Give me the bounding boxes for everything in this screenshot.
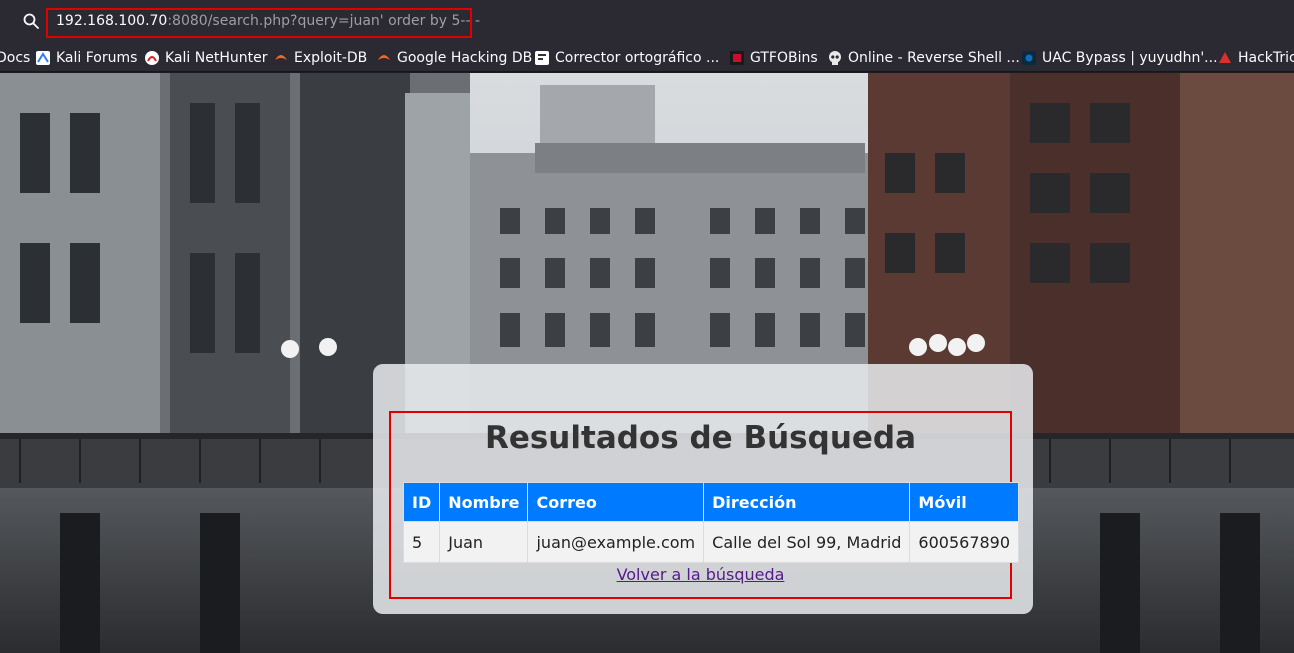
bookmark-label: Exploit-DB xyxy=(294,50,368,66)
bookmark-corrector[interactable]: Corrector ortográfico ... xyxy=(535,44,720,71)
cell-correo: juan@example.com xyxy=(527,521,705,563)
column-header-id: ID xyxy=(402,482,441,522)
table-row: 5 Juan juan@example.com Calle del Sol 99… xyxy=(402,521,1020,563)
bookmark-label: Google Hacking DB xyxy=(397,50,533,66)
bookmark-label: Online - Reverse Shell ... xyxy=(848,50,1020,66)
bookmark-docs[interactable]: Docs xyxy=(0,44,31,71)
column-header-movil: Móvil xyxy=(909,482,1020,522)
kali-forums-icon xyxy=(36,51,50,65)
back-to-search-link[interactable]: Volver a la búsqueda xyxy=(389,565,1012,584)
bookmark-reverse-shell[interactable]: Online - Reverse Shell ... xyxy=(828,44,1020,71)
skull-icon xyxy=(829,51,841,65)
bookmark-hacktricks[interactable]: HackTricks xyxy=(1218,44,1294,71)
bookmark-label: Kali Forums xyxy=(56,50,138,66)
url-host: 192.168.100.70 xyxy=(56,13,168,29)
bookmark-kali-forums[interactable]: Kali Forums xyxy=(36,44,138,71)
bookmark-uac-bypass[interactable]: UAC Bypass | yuyudhn'... xyxy=(1022,44,1218,71)
hacktricks-icon xyxy=(1219,52,1231,63)
cell-nombre: Juan xyxy=(439,521,529,563)
bookmark-gtfobins[interactable]: GTFOBins xyxy=(730,44,818,71)
bookmark-label: Kali NetHunter xyxy=(165,50,268,66)
url-path: :8080/search.php?query=juan' order by 5-… xyxy=(167,13,481,29)
results-table: ID Nombre Correo Dirección Móvil 5 Juan … xyxy=(402,482,1020,563)
bookmark-google-hacking-db[interactable]: Google Hacking DB xyxy=(377,44,533,71)
search-icon xyxy=(23,13,39,29)
bookmark-label: UAC Bypass | yuyudhn'... xyxy=(1042,50,1218,66)
url-bar: 192.168.100.70:8080/search.php?query=jua… xyxy=(0,0,1294,44)
bookmark-label: Docs xyxy=(0,50,31,66)
cell-movil: 600567890 xyxy=(909,521,1020,563)
ghdb-icon xyxy=(378,55,390,60)
gtfobins-icon xyxy=(730,51,744,65)
bookmark-label: HackTricks xyxy=(1238,50,1294,66)
table-header-row: ID Nombre Correo Dirección Móvil xyxy=(402,482,1020,522)
cell-id: 5 xyxy=(402,521,441,563)
exploit-db-icon xyxy=(275,55,287,60)
column-header-correo: Correo xyxy=(527,482,705,522)
cell-direccion: Calle del Sol 99, Madrid xyxy=(703,521,911,563)
bookmarks-bar: Docs Kali Forums Kali NetHunter Exploit-… xyxy=(0,44,1294,72)
bookmark-kali-nethunter[interactable]: Kali NetHunter xyxy=(145,44,268,71)
column-header-nombre: Nombre xyxy=(439,482,529,522)
bookmark-label: Corrector ortográfico ... xyxy=(555,50,720,66)
bookmark-label: GTFOBins xyxy=(750,50,818,66)
bookmark-exploit-db[interactable]: Exploit-DB xyxy=(274,44,368,71)
nethunter-icon xyxy=(145,51,159,65)
uac-icon xyxy=(1022,51,1036,65)
column-header-direccion: Dirección xyxy=(703,482,911,522)
page-title: Resultados de Búsqueda xyxy=(484,420,917,456)
corrector-icon xyxy=(535,51,549,65)
address-input[interactable]: 192.168.100.70:8080/search.php?query=jua… xyxy=(56,13,480,29)
